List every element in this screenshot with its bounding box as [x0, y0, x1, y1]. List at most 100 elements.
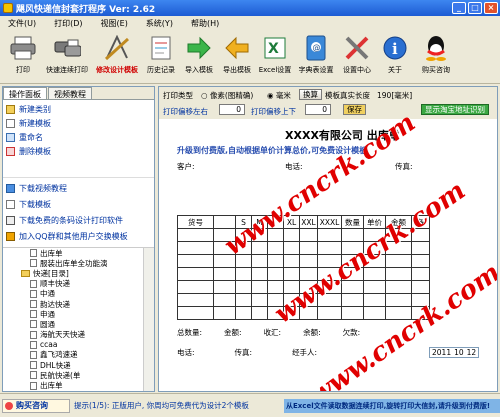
tree-node[interactable]: 圆通	[3, 319, 154, 329]
download-template-link[interactable]: 下载模板	[3, 196, 154, 212]
table-cell[interactable]	[267, 241, 284, 255]
table-cell[interactable]	[213, 267, 236, 281]
table-cell[interactable]	[385, 280, 412, 294]
table-cell[interactable]	[235, 306, 252, 320]
dictionary-settings-button[interactable]: @ 字典表设置	[294, 30, 338, 82]
download-barcode-link[interactable]: 下载免费的条码设计打印软件	[3, 212, 154, 228]
table-cell[interactable]	[177, 254, 214, 268]
table-cell[interactable]	[251, 293, 268, 307]
history-button[interactable]: 历史记录	[142, 30, 180, 82]
buy-consult-status[interactable]: 购买咨询	[2, 398, 70, 413]
about-button[interactable]: i 关于	[376, 30, 414, 82]
table-cell[interactable]	[317, 306, 342, 320]
table-cell[interactable]	[385, 267, 412, 281]
tab-video-tutorial[interactable]: 视频教程	[48, 87, 92, 99]
table-cell[interactable]	[363, 293, 386, 307]
table-cell[interactable]	[213, 306, 236, 320]
table-cell[interactable]	[267, 267, 284, 281]
table-cell[interactable]	[317, 241, 342, 255]
join-qq-group-link[interactable]: 加入QQ群和其他用户交换模板	[3, 228, 154, 244]
delete-template-link[interactable]: 删除模板	[3, 144, 154, 158]
table-cell[interactable]	[235, 293, 252, 307]
menu-system[interactable]: 系统(Y)	[146, 18, 173, 29]
table-cell[interactable]	[283, 254, 300, 268]
tree-node[interactable]: 韵达快递	[3, 299, 154, 309]
table-cell[interactable]	[251, 267, 268, 281]
tree-node[interactable]: DHL快递	[3, 360, 154, 370]
table-cell[interactable]	[299, 241, 318, 255]
table-cell[interactable]	[267, 254, 284, 268]
table-cell[interactable]	[267, 280, 284, 294]
convert-button[interactable]: 换算	[299, 89, 322, 100]
table-cell[interactable]	[235, 267, 252, 281]
maximize-button[interactable]: □	[468, 2, 482, 14]
excel-settings-button[interactable]: X Excel设置	[256, 30, 294, 82]
offset-ud-input[interactable]: 0	[305, 104, 331, 115]
new-category-link[interactable]: 新建类别	[3, 102, 154, 116]
export-template-button[interactable]: 导出模板	[218, 30, 256, 82]
table-cell[interactable]	[385, 293, 412, 307]
tree-node[interactable]: 出库单	[3, 380, 154, 390]
table-cell[interactable]	[177, 280, 214, 294]
show-address-button[interactable]: 显示淘宝地址识别	[421, 104, 489, 115]
batch-print-button[interactable]: 快速连续打印	[42, 30, 92, 82]
table-cell[interactable]	[341, 306, 364, 320]
table-cell[interactable]	[363, 280, 386, 294]
table-cell[interactable]	[283, 267, 300, 281]
tree-node[interactable]: 申通	[3, 309, 154, 319]
print-button[interactable]: 打印	[4, 30, 42, 82]
tree-node[interactable]: 民航快递(单	[3, 370, 154, 380]
menu-print[interactable]: 打印(D)	[54, 18, 82, 29]
tree-node[interactable]: 中通	[3, 289, 154, 299]
table-cell[interactable]	[251, 280, 268, 294]
import-template-button[interactable]: 导入模板	[180, 30, 218, 82]
table-cell[interactable]	[235, 280, 252, 294]
offset-lr-input[interactable]: 0	[219, 104, 245, 115]
table-cell[interactable]	[363, 306, 386, 320]
table-cell[interactable]	[177, 241, 214, 255]
tree-node[interactable]: 出库单	[3, 248, 154, 258]
table-cell[interactable]	[411, 241, 430, 255]
tree-node[interactable]: 鑫飞鸿速递	[3, 350, 154, 360]
table-cell[interactable]	[283, 228, 300, 242]
new-template-link[interactable]: 新建模板	[3, 116, 154, 130]
menu-view[interactable]: 视图(E)	[101, 18, 128, 29]
tree-node[interactable]: 顺丰快递	[3, 279, 154, 289]
pixel-mode-radio[interactable]: ○ 像素(图精确)	[201, 90, 253, 101]
minimize-button[interactable]: _	[452, 2, 466, 14]
table-cell[interactable]	[411, 267, 430, 281]
printer-icon	[9, 34, 37, 62]
table-cell[interactable]	[251, 306, 268, 320]
table-cell[interactable]	[283, 241, 300, 255]
edit-template-button[interactable]: 修改设计模板	[92, 30, 142, 82]
tree-node[interactable]: 快递[目录]	[3, 268, 154, 278]
save-button[interactable]: 保存	[343, 104, 366, 115]
table-cell[interactable]	[213, 280, 236, 294]
tree-node[interactable]: 海航天天快递	[3, 330, 154, 340]
table-cell[interactable]	[341, 293, 364, 307]
table-cell[interactable]	[177, 293, 214, 307]
mm-mode-radio[interactable]: ◉ 毫米	[267, 90, 291, 101]
purchase-consult-button[interactable]: 购买咨询	[414, 30, 458, 82]
table-cell[interactable]	[213, 293, 236, 307]
menu-help[interactable]: 帮助(H)	[191, 18, 219, 29]
tree-node[interactable]: 服装出库单全功能演	[3, 258, 154, 268]
table-cell[interactable]	[177, 228, 214, 242]
table-cell[interactable]	[299, 254, 318, 268]
table-cell[interactable]	[317, 228, 342, 242]
tree-node[interactable]: ccaa	[3, 340, 154, 350]
rename-link[interactable]: 重命名	[3, 130, 154, 144]
menu-file[interactable]: 文件(U)	[8, 18, 36, 29]
table-cell[interactable]	[411, 280, 430, 294]
tab-operation-panel[interactable]: 操作面板	[3, 87, 47, 99]
table-cell[interactable]	[177, 267, 214, 281]
close-button[interactable]: ×	[484, 2, 498, 14]
download-video-link[interactable]: 下载视频教程	[3, 180, 154, 196]
table-cell[interactable]	[177, 306, 214, 320]
table-cell[interactable]	[299, 228, 318, 242]
table-cell[interactable]	[251, 254, 268, 268]
settings-center-button[interactable]: 设置中心	[338, 30, 376, 82]
tree-scrollbar[interactable]	[143, 248, 154, 391]
date-picker[interactable]: 2011 10 12	[429, 347, 480, 358]
table-cell[interactable]	[411, 254, 430, 268]
